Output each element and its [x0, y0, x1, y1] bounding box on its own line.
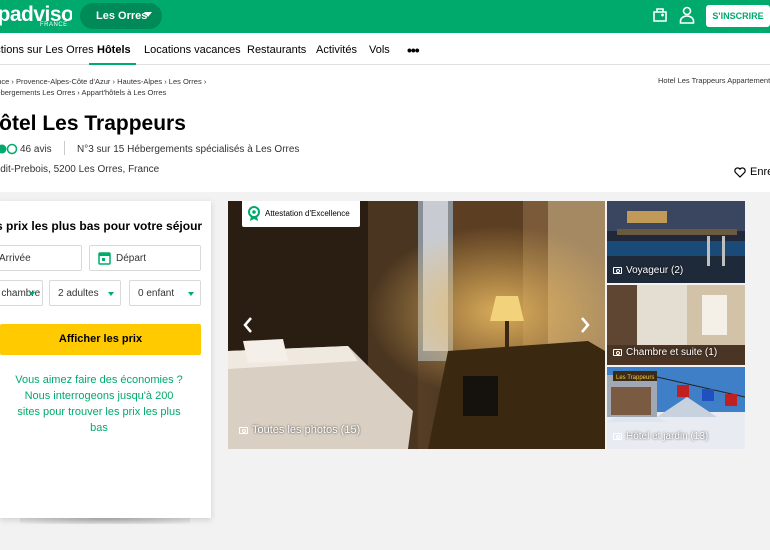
booking-card: Les prix les plus bas pour votre séjour …	[0, 201, 211, 518]
nav-activities[interactable]: Activités	[316, 44, 357, 56]
next-photo-icon[interactable]	[577, 314, 593, 336]
rooms-select[interactable]: 1 chambre	[0, 280, 43, 306]
breadcrumb-item[interactable]: Provence-Alpes-Côte d'Azur	[16, 77, 110, 86]
promo-text: Vous aimez faire des économies ? Nous in…	[15, 374, 183, 434]
checkin-field[interactable]: Arrivée	[0, 245, 82, 271]
divider	[64, 141, 65, 155]
checkout-label: Départ	[116, 253, 147, 264]
trips-icon[interactable]	[652, 7, 668, 23]
nav-flights[interactable]: Vols	[369, 44, 390, 56]
nav-hotels[interactable]: Hôtels	[97, 44, 131, 56]
chevron-down-icon	[108, 292, 114, 296]
user-icon[interactable]	[679, 6, 695, 24]
main-nav: Attractions sur Les Orres Hôtels Locatio…	[0, 33, 770, 65]
certificate-badge[interactable]: Attestation d'Excellence	[242, 201, 360, 227]
logo-country: FRANCE	[40, 22, 68, 28]
breadcrumb-item[interactable]: Les Orres	[169, 77, 202, 86]
breadcrumb-item[interactable]: Hébergements Les Orres	[0, 88, 75, 97]
camera-icon	[239, 427, 248, 434]
breadcrumb-current: Hotel Les Trappeurs Appartements	[658, 76, 770, 85]
tripadvisor-logo[interactable]: tripadvisor FRANCE	[0, 3, 72, 31]
breadcrumb-item[interactable]: Hautes-Alpes	[117, 77, 162, 86]
booking-heading: Les prix les plus bas pour votre séjour	[0, 219, 203, 233]
adults-select[interactable]: 2 adultes	[49, 280, 121, 306]
traveler-photo[interactable]: Voyageur (2)	[607, 201, 745, 283]
all-photos-text: Toutes les photos (15)	[252, 424, 361, 436]
previous-photo-icon[interactable]	[240, 314, 256, 336]
room-photo-image	[228, 201, 605, 449]
save-button[interactable]: Enregistrer	[734, 166, 770, 180]
award-icon	[248, 206, 260, 221]
save-label: Enregistrer	[750, 166, 770, 178]
checkout-field[interactable]: Départ	[89, 245, 201, 271]
camera-icon	[613, 267, 622, 274]
traveler-photo-label: Voyageur (2)	[613, 265, 683, 276]
hotel-sign-text: Les Trappeurs	[616, 375, 654, 381]
hotel-garden-photo-label: Hôtel et jardin (13)	[613, 431, 708, 442]
checkin-label: Arrivée	[0, 253, 31, 264]
room-photo-text: Chambre et suite (1)	[626, 347, 718, 358]
chevron-down-icon	[144, 12, 152, 17]
more-icon[interactable]: •••	[407, 43, 420, 57]
hotel-garden-photo-text: Hôtel et jardin (13)	[626, 431, 709, 442]
breadcrumb-item[interactable]: Appart'hôtels à Les Orres	[81, 88, 166, 97]
breadcrumb-item[interactable]: France	[0, 77, 9, 86]
chevron-down-icon	[188, 292, 194, 296]
heart-icon	[734, 167, 746, 178]
room-photo[interactable]: Chambre et suite (1)	[607, 285, 745, 365]
ranking-text[interactable]: N°3 sur 15 Hébergements spécialisés à Le…	[77, 144, 299, 155]
review-count[interactable]: 46 avis	[20, 144, 52, 155]
nav-restaurants[interactable]: Restaurants	[247, 44, 306, 56]
hotel-address[interactable]: Lieu-dit-Prebois, 5200 Les Orres, France	[0, 164, 159, 175]
top-header: tripadvisor FRANCE Les Orres S'INSCRIRE	[0, 0, 770, 33]
signup-button[interactable]: S'INSCRIRE	[706, 5, 770, 27]
chevron-down-icon	[29, 292, 35, 296]
location-label: Les Orres	[96, 10, 148, 22]
children-value: 0 enfant	[138, 288, 175, 299]
rating-bubbles-icon[interactable]	[0, 143, 18, 155]
calendar-icon	[98, 252, 111, 265]
adults-value: 2 adultes	[58, 288, 99, 299]
camera-icon	[613, 349, 622, 356]
all-photos-label[interactable]: Toutes les photos (15)	[239, 424, 360, 436]
traveler-photo-text: Voyageur (2)	[626, 265, 684, 276]
children-select[interactable]: 0 enfant	[129, 280, 201, 306]
location-button[interactable]: Les Orres	[80, 3, 162, 29]
certificate-label: Attestation d'Excellence	[265, 209, 350, 218]
show-prices-button[interactable]: Afficher les prix	[0, 324, 201, 355]
nav-active-indicator	[89, 63, 136, 65]
breadcrumb: France › Provence-Alpes-Côte d'Azur › Ha…	[0, 76, 206, 98]
main-photo[interactable]: Toutes les photos (15)	[228, 201, 605, 449]
nav-vacation-rentals[interactable]: Locations vacances	[144, 44, 241, 56]
page-title: Hôtel Les Trappeurs	[0, 112, 186, 135]
room-photo-label: Chambre et suite (1)	[613, 347, 717, 358]
nav-attractions[interactable]: Attractions sur Les Orres	[0, 44, 94, 56]
camera-icon	[613, 433, 622, 440]
hotel-garden-photo[interactable]: Les Trappeurs Hôtel et jardin (13)	[607, 367, 745, 449]
